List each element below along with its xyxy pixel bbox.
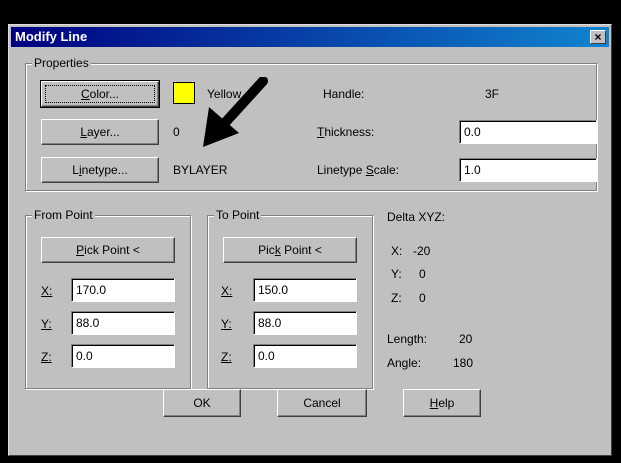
handle-value: 3F xyxy=(485,87,500,101)
focus-rect xyxy=(45,85,155,103)
from-z-input[interactable]: 0.0 xyxy=(71,344,175,368)
length-label: Length: xyxy=(387,332,428,346)
delta-x-value: -20 xyxy=(413,244,431,258)
help-button[interactable]: Help xyxy=(403,389,481,417)
linetype-button[interactable]: Linetype... xyxy=(41,157,159,183)
to-point-legend: To Point xyxy=(214,208,262,222)
from-x-label: X: xyxy=(41,284,53,298)
properties-legend: Properties xyxy=(32,56,91,70)
to-z-label: Z: xyxy=(221,350,232,364)
cancel-button[interactable]: Cancel xyxy=(277,389,367,417)
to-y-input[interactable]: 88.0 xyxy=(253,311,357,335)
from-z-label: Z: xyxy=(41,350,52,364)
layer-button[interactable]: Layer... xyxy=(41,119,159,145)
ok-button[interactable]: OK xyxy=(163,389,241,417)
from-y-label: Y: xyxy=(41,317,52,331)
delta-y-value: 0 xyxy=(419,267,426,281)
title-bar[interactable]: Modify Line × xyxy=(11,27,609,47)
to-x-input[interactable]: 150.0 xyxy=(253,278,357,302)
to-x-label: X: xyxy=(221,284,233,298)
from-point-legend: From Point xyxy=(32,208,95,222)
delta-x-label: X: xyxy=(391,244,403,258)
linetype-scale-input[interactable]: 1.0 xyxy=(459,158,597,182)
color-swatch xyxy=(173,82,195,104)
from-x-input[interactable]: 170.0 xyxy=(71,278,175,302)
delta-z-value: 0 xyxy=(419,291,426,305)
to-z-input[interactable]: 0.0 xyxy=(253,344,357,368)
linetype-value: BYLAYER xyxy=(173,163,228,177)
modify-line-dialog: Modify Line × Properties Color... Yellow… xyxy=(8,24,612,456)
from-y-input[interactable]: 88.0 xyxy=(71,311,175,335)
delta-z-label: Z: xyxy=(391,291,402,305)
angle-value: 180 xyxy=(453,356,474,370)
to-y-label: Y: xyxy=(221,317,232,331)
length-value: 20 xyxy=(459,332,473,346)
window-title: Modify Line xyxy=(15,29,88,44)
delta-title: Delta XYZ: xyxy=(387,210,446,224)
close-icon: × xyxy=(594,30,602,44)
close-button[interactable]: × xyxy=(590,30,606,44)
to-pick-point-button[interactable]: Pick Point < xyxy=(223,237,357,263)
thickness-input[interactable]: 0.0 xyxy=(459,120,597,144)
linetype-scale-label: Linetype Scale: xyxy=(317,163,400,177)
handle-label: Handle: xyxy=(323,87,365,101)
color-button[interactable]: Color... xyxy=(40,80,160,108)
layer-value: 0 xyxy=(173,125,180,139)
thickness-label: Thickness: xyxy=(317,125,375,139)
from-pick-point-button[interactable]: Pick Point < xyxy=(41,237,175,263)
arrow-pointer-icon xyxy=(203,77,268,147)
angle-label: Angle: xyxy=(387,356,422,370)
delta-y-label: Y: xyxy=(391,267,402,281)
